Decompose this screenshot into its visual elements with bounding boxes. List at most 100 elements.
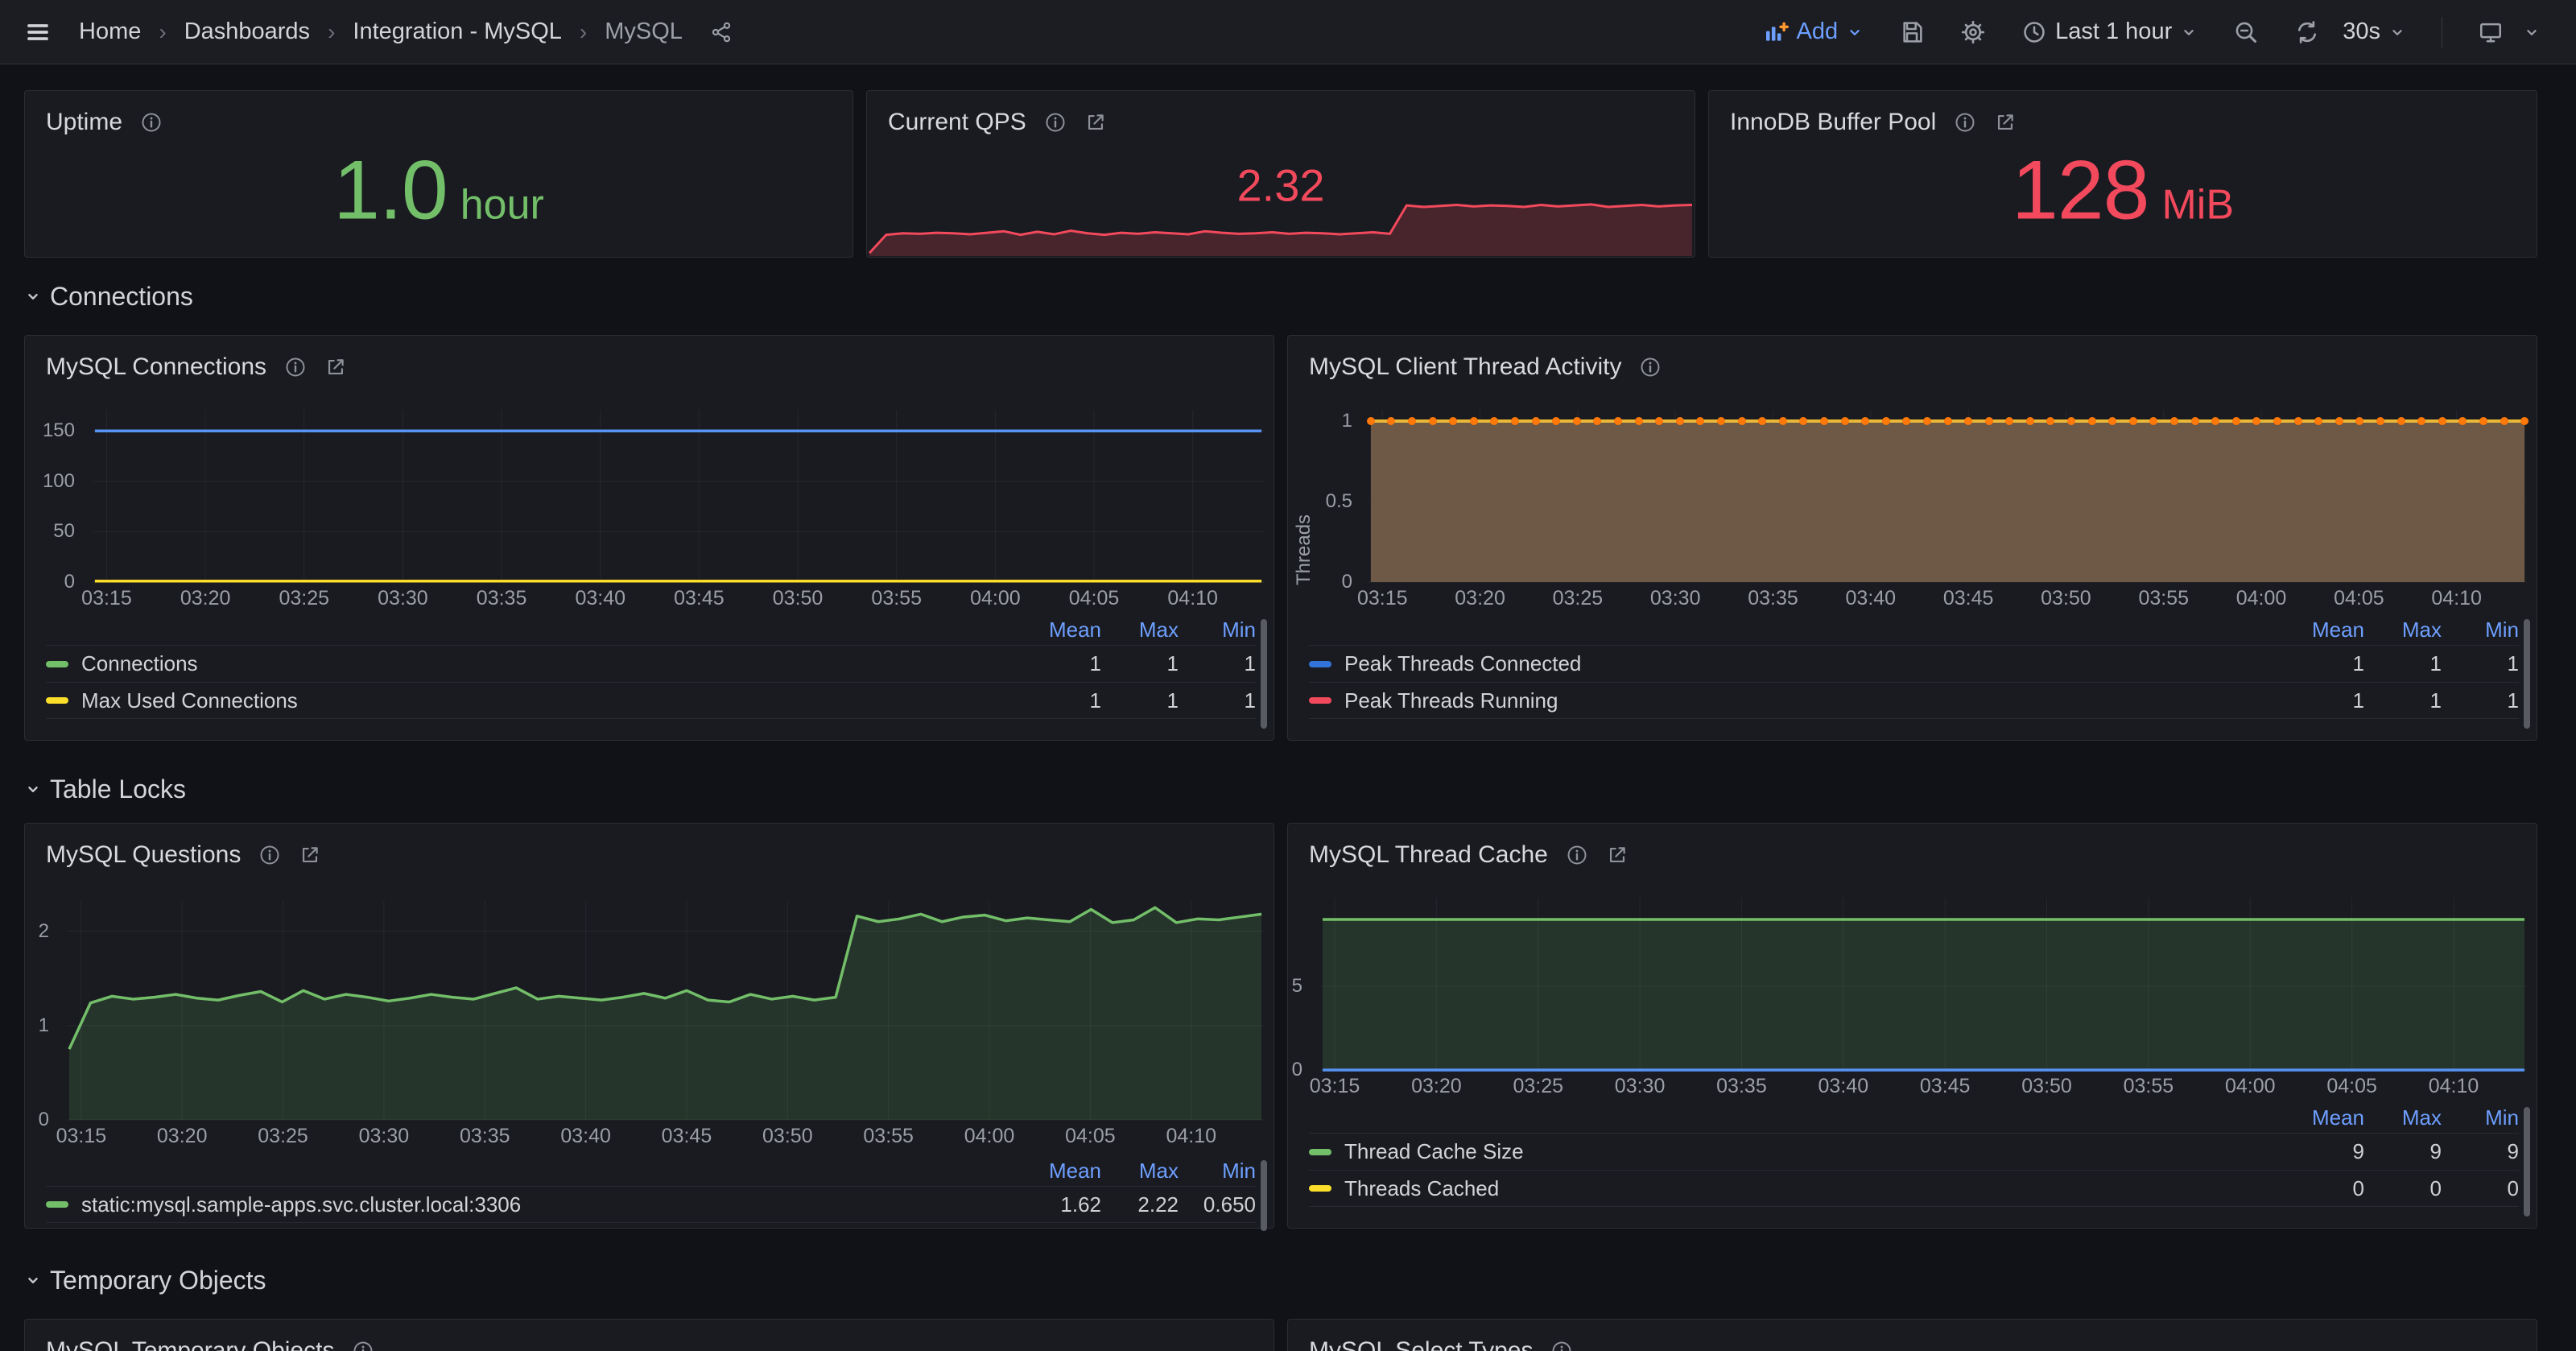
x-axis-tick-label: 03:15 (1310, 1075, 1360, 1098)
share-dashboard-icon[interactable] (710, 21, 733, 43)
legend-sort-mean[interactable]: Mean (1024, 618, 1101, 642)
legend-sort-mean[interactable]: Mean (2287, 1105, 2364, 1130)
legend-stat-value: 9 (2442, 1139, 2519, 1164)
y-axis-tick-label: 1 (25, 1014, 49, 1037)
legend-row[interactable]: Peak Threads Connected111 (1309, 645, 2519, 682)
x-axis-tick-label: 03:40 (1818, 1075, 1869, 1098)
legend-sort-mean[interactable]: Mean (1024, 1159, 1101, 1184)
legend-scrollbar[interactable] (2524, 619, 2530, 729)
zoom-out-icon[interactable] (2233, 19, 2259, 45)
breadcrumb-dashboards[interactable]: Dashboards (184, 19, 310, 45)
thread-cache-chart[interactable] (1320, 898, 2527, 1070)
legend-stat-value: 1 (2287, 651, 2364, 676)
legend-scrollbar[interactable] (1261, 619, 1267, 729)
legend-sort-max[interactable]: Max (1101, 1159, 1179, 1184)
refresh-icon[interactable] (2294, 19, 2320, 45)
chevron-down-icon (24, 1271, 42, 1289)
x-axis-tick-label: 03:25 (258, 1125, 308, 1148)
questions-chart[interactable] (67, 901, 1264, 1120)
time-range-label: Last 1 hour (2055, 19, 2172, 45)
legend-row[interactable]: Threads Cached000 (1309, 1170, 2519, 1207)
connections-chart[interactable] (93, 410, 1264, 582)
data-point-marker (2438, 417, 2446, 425)
x-axis-tick-label: 03:15 (1357, 587, 1408, 610)
legend-stat-value: 1 (2364, 688, 2442, 713)
add-button-label: Add (1797, 19, 1839, 45)
panel-title: InnoDB Buffer Pool (1730, 109, 1936, 136)
info-icon[interactable] (1550, 1340, 1573, 1351)
refresh-interval-label: 30s (2343, 19, 2380, 45)
data-point-marker (1532, 417, 1540, 425)
info-icon[interactable] (258, 844, 281, 866)
legend-series-swatch (1309, 697, 1331, 704)
data-point-marker (2500, 417, 2508, 425)
data-point-marker (2170, 417, 2178, 425)
time-range-picker[interactable]: Last 1 hour (2021, 19, 2198, 45)
breadcrumb-separator: › (580, 19, 587, 45)
legend-scrollbar[interactable] (1261, 1160, 1267, 1231)
legend-row[interactable]: Connections111 (46, 645, 1256, 682)
legend-series-label: Connections (81, 651, 1024, 676)
info-icon[interactable] (1044, 111, 1067, 134)
info-icon[interactable] (140, 111, 163, 134)
settings-gear-icon[interactable] (1960, 19, 1986, 45)
section-temporary-objects[interactable]: Temporary Objects (24, 1262, 266, 1298)
info-icon[interactable] (352, 1340, 374, 1351)
data-point-marker (1552, 417, 1560, 425)
info-icon[interactable] (1566, 844, 1588, 866)
section-connections[interactable]: Connections (24, 279, 193, 314)
legend-row[interactable]: Max Used Connections111 (46, 682, 1256, 719)
data-point-marker (1490, 417, 1498, 425)
legend-stat-value: 1 (1179, 651, 1256, 676)
panel-mysql-questions: MySQL Questions 012 03:1503:2003:2503:30… (24, 823, 1274, 1229)
chevron-down-icon (2523, 23, 2541, 41)
external-link-icon[interactable] (1606, 844, 1629, 866)
breadcrumb-integration-mysql[interactable]: Integration - MySQL (353, 19, 562, 45)
kiosk-mode-dropdown[interactable] (2478, 19, 2541, 45)
legend-row[interactable]: Thread Cache Size999 (1309, 1133, 2519, 1170)
panel-mysql-temporary-objects: MySQL Temporary Objects (24, 1319, 1274, 1351)
x-axis-tick-label: 03:45 (662, 1125, 712, 1148)
hamburger-menu-icon[interactable] (24, 19, 52, 46)
info-icon[interactable] (284, 356, 307, 378)
external-link-icon[interactable] (324, 356, 347, 378)
panel-title: Current QPS (888, 109, 1026, 136)
add-button[interactable]: Add (1763, 19, 1864, 45)
legend-row[interactable]: Peak Threads Running111 (1309, 682, 2519, 719)
info-icon[interactable] (1954, 111, 1976, 134)
x-axis-tick-label: 03:40 (1846, 587, 1897, 610)
x-axis-tick-label: 03:30 (378, 587, 428, 610)
data-point-marker (1408, 417, 1416, 425)
data-point-marker (2232, 417, 2240, 425)
thread-activity-chart[interactable] (1368, 410, 2527, 582)
legend-scrollbar[interactable] (2524, 1107, 2530, 1217)
data-point-marker (2108, 417, 2116, 425)
legend-series-swatch (46, 1201, 68, 1208)
x-axis-tick-label: 04:10 (2429, 1075, 2479, 1098)
legend-sort-min[interactable]: Min (2442, 618, 2519, 642)
legend-sort-max[interactable]: Max (2364, 618, 2442, 642)
legend-sort-min[interactable]: Min (2442, 1105, 2519, 1130)
x-axis-tick-label: 03:50 (762, 1125, 813, 1148)
external-link-icon[interactable] (1084, 111, 1107, 134)
x-axis-tick-label: 03:25 (1553, 587, 1604, 610)
x-axis-tick-label: 03:20 (157, 1125, 208, 1148)
legend-sort-mean[interactable]: Mean (2287, 618, 2364, 642)
legend-header: MeanMaxMin (1309, 1102, 2519, 1133)
y-axis-tick-label: 1 (1309, 410, 1352, 432)
info-icon[interactable] (1639, 356, 1662, 378)
refresh-interval-dropdown[interactable]: 30s (2343, 19, 2406, 45)
data-point-marker (1635, 417, 1643, 425)
legend-sort-max[interactable]: Max (2364, 1105, 2442, 1130)
external-link-icon[interactable] (1994, 111, 2017, 134)
legend-sort-min[interactable]: Min (1179, 1159, 1256, 1184)
legend-sort-min[interactable]: Min (1179, 618, 1256, 642)
legend-sort-max[interactable]: Max (1101, 618, 1179, 642)
legend-series-swatch (46, 697, 68, 704)
save-dashboard-icon[interactable] (1899, 19, 1925, 45)
external-link-icon[interactable] (299, 844, 321, 866)
x-axis-tick-label: 03:40 (575, 587, 625, 610)
section-table-locks[interactable]: Table Locks (24, 771, 186, 807)
breadcrumb-home[interactable]: Home (79, 19, 141, 45)
legend-row[interactable]: static:mysql.sample-apps.svc.cluster.loc… (46, 1186, 1256, 1223)
